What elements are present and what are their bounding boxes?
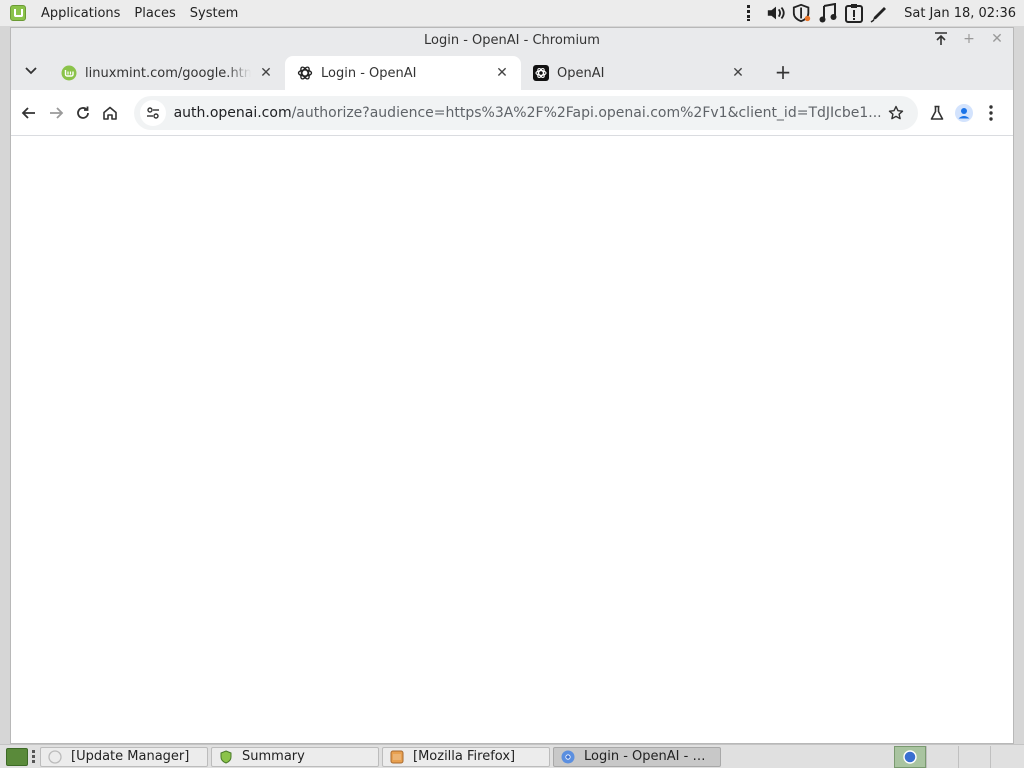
- workspace-switcher: [894, 745, 1022, 768]
- openai-icon: [533, 65, 549, 81]
- volume-icon[interactable]: [766, 3, 786, 23]
- site-info-button[interactable]: [139, 99, 166, 126]
- labs-button[interactable]: [926, 97, 949, 129]
- linuxmint-icon: [61, 65, 77, 81]
- workspace-1[interactable]: [894, 745, 926, 768]
- window-titlebar[interactable]: Login - OpenAI - Chromium + ✕: [11, 28, 1013, 52]
- firefox-icon: [389, 749, 405, 765]
- tab-title: OpenAI: [557, 65, 605, 81]
- tab-linuxmint[interactable]: linuxmint.com/google.html ✕: [49, 56, 285, 90]
- arrow-left-icon: [21, 106, 35, 119]
- tab-openai[interactable]: OpenAI ✕: [521, 56, 757, 90]
- tab-title: Login - OpenAI: [321, 65, 417, 81]
- menu-button[interactable]: [980, 97, 1003, 129]
- address-bar[interactable]: auth.openai.com/authorize?audience=https…: [133, 95, 918, 130]
- home-button[interactable]: [98, 97, 121, 129]
- browser-window: Login - OpenAI - Chromium + ✕ linuxmint.…: [10, 27, 1014, 744]
- url-path: /authorize?audience=https%3A%2F%2Fapi.op…: [291, 104, 882, 121]
- pen-icon[interactable]: [870, 3, 890, 23]
- network-icon[interactable]: [740, 3, 760, 23]
- avatar-icon: [955, 103, 974, 122]
- forward-button[interactable]: [44, 97, 67, 129]
- home-icon: [103, 106, 117, 120]
- task-label: Login - OpenAI - Chr…: [584, 749, 714, 764]
- close-tab-icon[interactable]: ✕: [257, 64, 275, 82]
- task-firefox[interactable]: [Mozilla Firefox]: [382, 746, 550, 767]
- url-text[interactable]: auth.openai.com/authorize?audience=https…: [174, 105, 882, 121]
- url-host: auth.openai.com: [173, 104, 292, 121]
- window-controls: + ✕: [933, 30, 1005, 48]
- window-title: Login - OpenAI - Chromium: [424, 32, 600, 48]
- task-update-manager[interactable]: [Update Manager]: [40, 746, 208, 767]
- bookmark-star-icon[interactable]: [882, 99, 910, 127]
- shield-icon: [218, 749, 234, 765]
- chromium-icon: [903, 749, 917, 764]
- task-label: Summary: [242, 749, 305, 764]
- back-button[interactable]: [17, 97, 40, 129]
- system-tray: Sat Jan 18, 02:36: [740, 3, 1016, 23]
- task-label: [Mozilla Firefox]: [413, 749, 516, 764]
- reload-button[interactable]: [71, 97, 94, 129]
- chevron-down-icon: [25, 67, 37, 75]
- close-window-button[interactable]: ✕: [989, 30, 1005, 48]
- new-tab-button[interactable]: +: [769, 58, 797, 86]
- tune-icon: [146, 106, 159, 119]
- tab-strip: linuxmint.com/google.html ✕ Login - Open…: [11, 52, 1013, 90]
- panel-grip[interactable]: [32, 749, 36, 765]
- workspace-4[interactable]: [990, 745, 1022, 768]
- chromium-icon: [560, 749, 576, 765]
- arrow-right-icon: [49, 106, 63, 119]
- shield-icon[interactable]: [792, 3, 812, 23]
- task-chromium[interactable]: Login - OpenAI - Chr…: [553, 746, 721, 767]
- kebab-menu-icon: [989, 104, 994, 121]
- workspace-3[interactable]: [958, 745, 990, 768]
- clipboard-alert-icon[interactable]: [844, 3, 864, 23]
- maximize-button[interactable]: +: [961, 30, 977, 48]
- clock[interactable]: Sat Jan 18, 02:36: [904, 6, 1016, 21]
- mint-menu-icon[interactable]: [10, 5, 26, 21]
- music-icon[interactable]: [818, 3, 838, 23]
- update-manager-icon: [47, 749, 63, 765]
- profile-button[interactable]: [953, 97, 976, 129]
- top-panel: Applications Places System Sat Jan 18, 0…: [0, 0, 1024, 26]
- show-desktop-button[interactable]: [6, 747, 28, 766]
- tab-title: linuxmint.com/google.html: [85, 65, 251, 81]
- tab-search-button[interactable]: [17, 57, 45, 85]
- flask-icon: [930, 105, 944, 120]
- close-tab-icon[interactable]: ✕: [493, 64, 511, 82]
- menu-system[interactable]: System: [183, 6, 245, 21]
- page-content[interactable]: [11, 136, 1013, 743]
- menu-applications[interactable]: Applications: [34, 6, 127, 21]
- bottom-panel: [Update Manager] Summary [Mozilla Firefo…: [0, 744, 1024, 768]
- task-label: [Update Manager]: [71, 749, 190, 764]
- openai-icon: [297, 65, 313, 81]
- reload-icon: [77, 106, 89, 119]
- tab-login-openai[interactable]: Login - OpenAI ✕: [285, 56, 521, 90]
- minimize-button[interactable]: [933, 30, 949, 48]
- menu-places[interactable]: Places: [127, 6, 182, 21]
- workspace-2[interactable]: [926, 745, 958, 768]
- task-summary[interactable]: Summary: [211, 746, 379, 767]
- close-tab-icon[interactable]: ✕: [729, 64, 747, 82]
- browser-toolbar: auth.openai.com/authorize?audience=https…: [11, 90, 1013, 136]
